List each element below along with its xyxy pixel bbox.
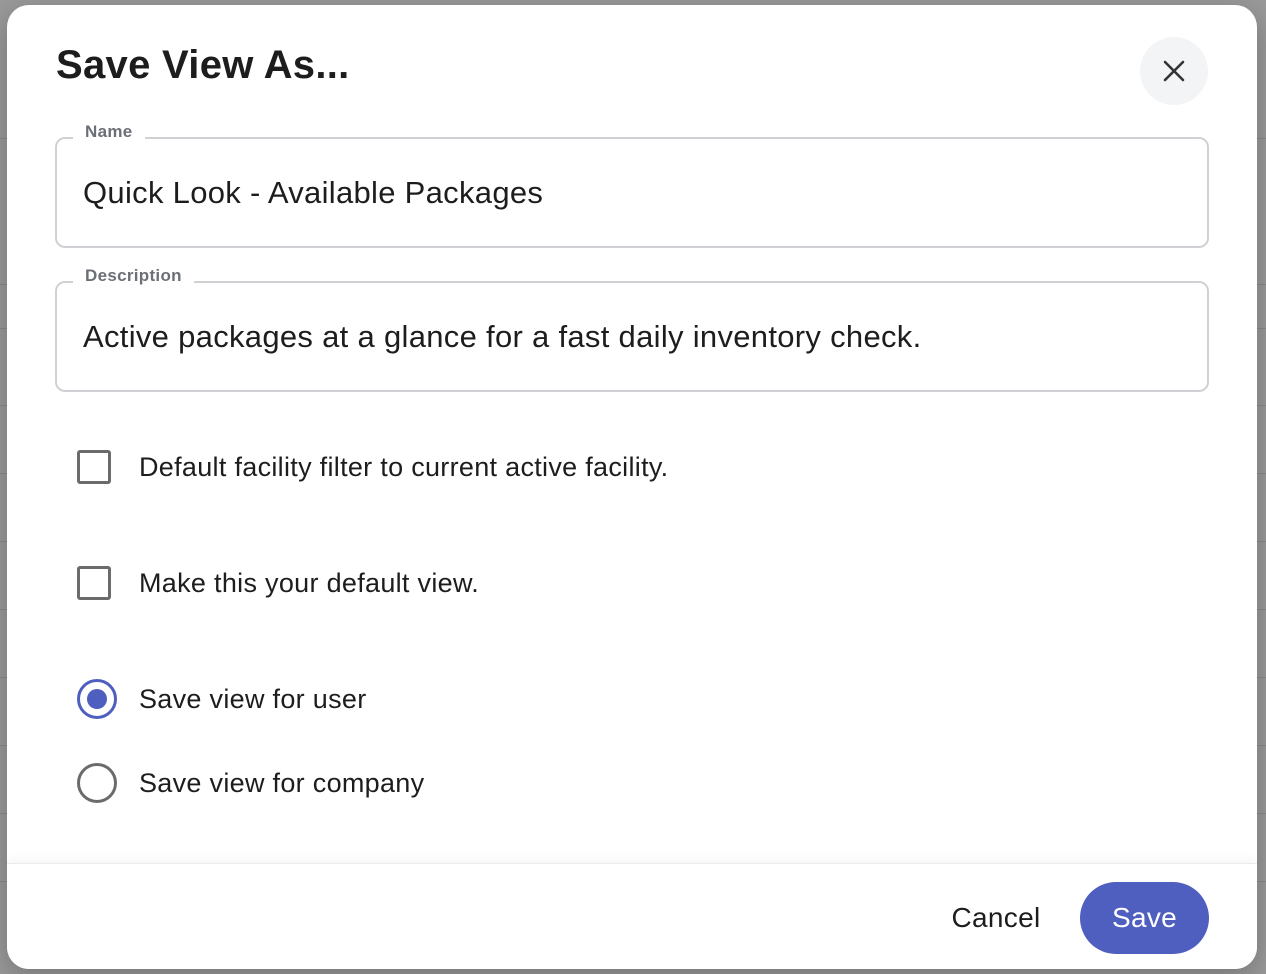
name-input[interactable] — [83, 139, 1183, 246]
default-facility-filter-checkbox[interactable] — [77, 450, 111, 484]
cancel-button[interactable]: Cancel — [929, 884, 1063, 952]
save-for-user-label: Save view for user — [139, 683, 367, 714]
save-for-company-radio[interactable] — [77, 763, 117, 803]
name-field: Name — [55, 122, 1209, 248]
save-for-company-label: Save view for company — [139, 767, 425, 798]
close-button[interactable] — [1140, 37, 1208, 105]
save-view-dialog: Save View As... Name Description Default… — [7, 5, 1257, 969]
save-for-user-radio[interactable] — [77, 679, 117, 719]
default-facility-filter-label: Default facility filter to current activ… — [139, 451, 669, 482]
save-button[interactable]: Save — [1080, 882, 1209, 954]
default-view-option[interactable]: Make this your default view. — [77, 563, 479, 603]
close-icon — [1163, 60, 1185, 82]
description-input[interactable] — [83, 283, 1183, 390]
dialog-footer: Cancel Save — [7, 863, 1257, 969]
default-view-checkbox[interactable] — [77, 566, 111, 600]
description-field: Description — [55, 266, 1209, 392]
save-for-user-option[interactable]: Save view for user — [77, 679, 367, 719]
dialog-title: Save View As... — [56, 43, 350, 87]
default-view-label: Make this your default view. — [139, 567, 480, 598]
default-facility-filter-option[interactable]: Default facility filter to current activ… — [77, 447, 668, 487]
save-for-company-option[interactable]: Save view for company — [77, 763, 424, 803]
